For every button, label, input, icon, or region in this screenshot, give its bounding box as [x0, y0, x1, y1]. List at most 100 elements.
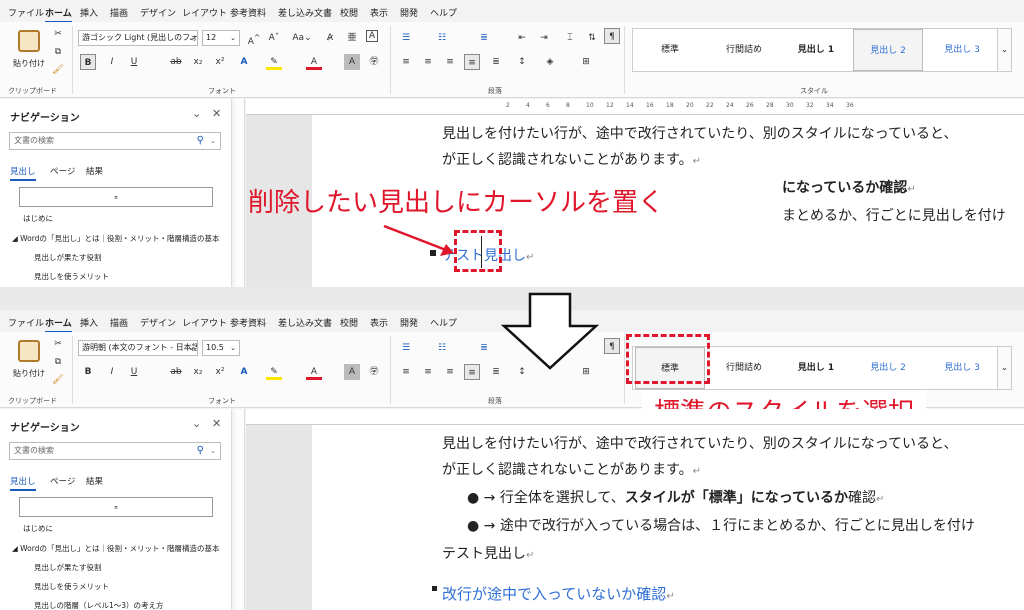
clear-format-icon[interactable]: A̷: [322, 30, 338, 46]
menu-design[interactable]: デザイン: [140, 316, 176, 329]
paste-button[interactable]: 貼り付け: [12, 340, 46, 379]
menu-insert[interactable]: 挿入: [80, 6, 98, 19]
menu-developer[interactable]: 開発: [400, 6, 418, 19]
menu-view[interactable]: 表示: [370, 316, 388, 329]
borders-icon[interactable]: ⊞: [578, 54, 594, 70]
superscript-button[interactable]: x²: [212, 54, 228, 70]
highlight-icon[interactable]: ✎: [266, 364, 282, 380]
asian-layout-icon[interactable]: ⌶: [562, 30, 578, 46]
strikethrough-button[interactable]: ab: [168, 364, 184, 380]
doc-bullet[interactable]: ● → 途中で改行が入っている場合は、１行にまとめるか、行ごとに見出しを付け: [467, 515, 975, 535]
menu-help[interactable]: ヘルプ: [430, 6, 457, 19]
menu-help[interactable]: ヘルプ: [430, 316, 457, 329]
char-shading-icon[interactable]: A: [344, 364, 360, 380]
close-icon[interactable]: ✕: [212, 417, 221, 430]
nav-heading-item[interactable]: ◢ Wordの「見出し」とは｜役割・メリット・階層構造の基本: [12, 233, 219, 244]
horizontal-ruler[interactable]: 2 4 6 8 10 12 14 16 18 20 22 24 26 28 30 32 34 36: [246, 99, 1024, 115]
align-right-icon[interactable]: ≡: [442, 54, 458, 70]
menu-layout[interactable]: レイアウト: [182, 316, 227, 329]
tab-results[interactable]: 結果: [86, 165, 103, 177]
underline-button[interactable]: U: [126, 54, 142, 70]
phonetic-icon[interactable]: 亜: [344, 30, 360, 46]
multilevel-list-icon[interactable]: ≣: [476, 30, 492, 46]
horizontal-ruler[interactable]: [246, 409, 1024, 425]
doc-paragraph[interactable]: 見出しを付けたい行が、途中で改行されていたり、別のスタイルになっていると、: [442, 123, 957, 143]
superscript-button[interactable]: x²: [212, 364, 228, 380]
bold-button[interactable]: B: [80, 364, 96, 380]
collapse-all-button[interactable]: ⌅: [19, 497, 213, 517]
menu-developer[interactable]: 開発: [400, 316, 418, 329]
font-name-select[interactable]: 游ゴシック Light (見出しのフォン ⌄: [78, 30, 198, 46]
menu-view[interactable]: 表示: [370, 6, 388, 19]
menu-draw[interactable]: 描画: [110, 316, 128, 329]
doc-bullet[interactable]: ● → 行全体を選択して、スタイルが「標準」になっているか確認↵: [467, 487, 884, 507]
highlight-icon[interactable]: ✎: [266, 54, 282, 70]
style-normal[interactable]: 標準: [635, 29, 705, 71]
search-input[interactable]: 文書の検索 ⚲ ⌄: [9, 442, 221, 460]
chevron-down-icon[interactable]: ⌄: [192, 417, 201, 430]
char-shading-icon[interactable]: A: [344, 54, 360, 70]
align-right-icon[interactable]: ≡: [442, 364, 458, 380]
justify-icon[interactable]: ≡: [464, 364, 480, 380]
multilevel-list-icon[interactable]: ≣: [476, 340, 492, 356]
distribute-icon[interactable]: ≣: [488, 54, 504, 70]
search-input[interactable]: 文書の検索 ⚲ ⌄: [9, 132, 221, 150]
tab-pages[interactable]: ページ: [50, 475, 75, 487]
font-color-icon[interactable]: A: [306, 364, 322, 380]
font-size-select[interactable]: 12 ⌄: [202, 30, 240, 46]
menu-review[interactable]: 校閲: [340, 6, 358, 19]
menu-mailings[interactable]: 差し込み文書: [278, 6, 332, 19]
doc-paragraph[interactable]: テスト見出し↵: [442, 543, 534, 563]
menu-draw[interactable]: 描画: [110, 6, 128, 19]
doc-bullet[interactable]: まとめるか、行ごとに見出しを付け: [782, 205, 1006, 225]
menu-home[interactable]: ホーム: [45, 316, 72, 333]
copy-icon[interactable]: ⧉: [50, 354, 66, 370]
align-center-icon[interactable]: ≡: [420, 54, 436, 70]
increase-indent-icon[interactable]: ⇥: [536, 30, 552, 46]
close-icon[interactable]: ✕: [212, 107, 221, 120]
tab-headings[interactable]: 見出し: [10, 165, 36, 181]
chevron-down-icon[interactable]: ⌄: [997, 29, 1011, 71]
style-no-spacing[interactable]: 行間詰め: [709, 29, 779, 71]
font-color-icon[interactable]: A: [306, 54, 322, 70]
copy-icon[interactable]: ⧉: [50, 44, 66, 60]
font-size-select[interactable]: 10.5 ⌄: [202, 340, 240, 356]
shrink-font-icon[interactable]: Aˇ: [266, 30, 282, 46]
bullets-icon[interactable]: ☰: [398, 340, 414, 356]
line-spacing-icon[interactable]: ↕: [514, 54, 530, 70]
menu-design[interactable]: デザイン: [140, 6, 176, 19]
numbering-icon[interactable]: ☷: [434, 30, 450, 46]
menu-insert[interactable]: 挿入: [80, 316, 98, 329]
bold-button[interactable]: B: [80, 54, 96, 70]
menu-home[interactable]: ホーム: [45, 6, 72, 23]
change-case-icon[interactable]: Aa⌄: [290, 30, 314, 46]
nav-heading-item[interactable]: 見出しを使うメリット: [34, 271, 109, 282]
enclose-char-icon[interactable]: ㊫: [366, 364, 382, 380]
subscript-button[interactable]: x₂: [190, 364, 206, 380]
align-left-icon[interactable]: ≡: [398, 364, 414, 380]
show-marks-icon[interactable]: ¶: [604, 338, 620, 354]
menu-references[interactable]: 参考資料: [230, 6, 266, 19]
grow-font-icon[interactable]: A^: [246, 30, 262, 47]
style-heading-1[interactable]: 見出し 1: [781, 29, 851, 71]
tab-results[interactable]: 結果: [86, 475, 103, 487]
paste-button[interactable]: 貼り付け: [12, 30, 46, 69]
menu-file[interactable]: ファイル: [8, 6, 44, 19]
nav-heading-item[interactable]: 見出しが果たす役割: [34, 562, 102, 573]
chevron-down-icon[interactable]: ⌄: [997, 347, 1011, 389]
show-marks-icon[interactable]: ¶: [604, 28, 620, 44]
nav-heading-item[interactable]: 見出しの階層（レベル1〜3）の考え方: [34, 600, 164, 610]
style-heading-2[interactable]: 見出し 2: [853, 347, 923, 389]
cut-icon[interactable]: ✂: [50, 336, 66, 352]
italic-button[interactable]: I: [104, 54, 120, 70]
style-heading-3[interactable]: 見出し 3: [927, 347, 997, 389]
doc-heading[interactable]: 改行が途中で入っていないか確認↵: [442, 583, 675, 604]
format-painter-icon[interactable]: 🖌: [50, 62, 66, 78]
format-painter-icon[interactable]: 🖌: [50, 372, 66, 388]
char-border-icon[interactable]: A: [366, 30, 378, 42]
style-no-spacing[interactable]: 行間詰め: [709, 347, 779, 389]
chevron-down-icon[interactable]: ⌄: [192, 107, 201, 120]
italic-button[interactable]: I: [104, 364, 120, 380]
decrease-indent-icon[interactable]: ⇤: [514, 30, 530, 46]
doc-bullet[interactable]: になっているか確認↵: [782, 177, 916, 197]
